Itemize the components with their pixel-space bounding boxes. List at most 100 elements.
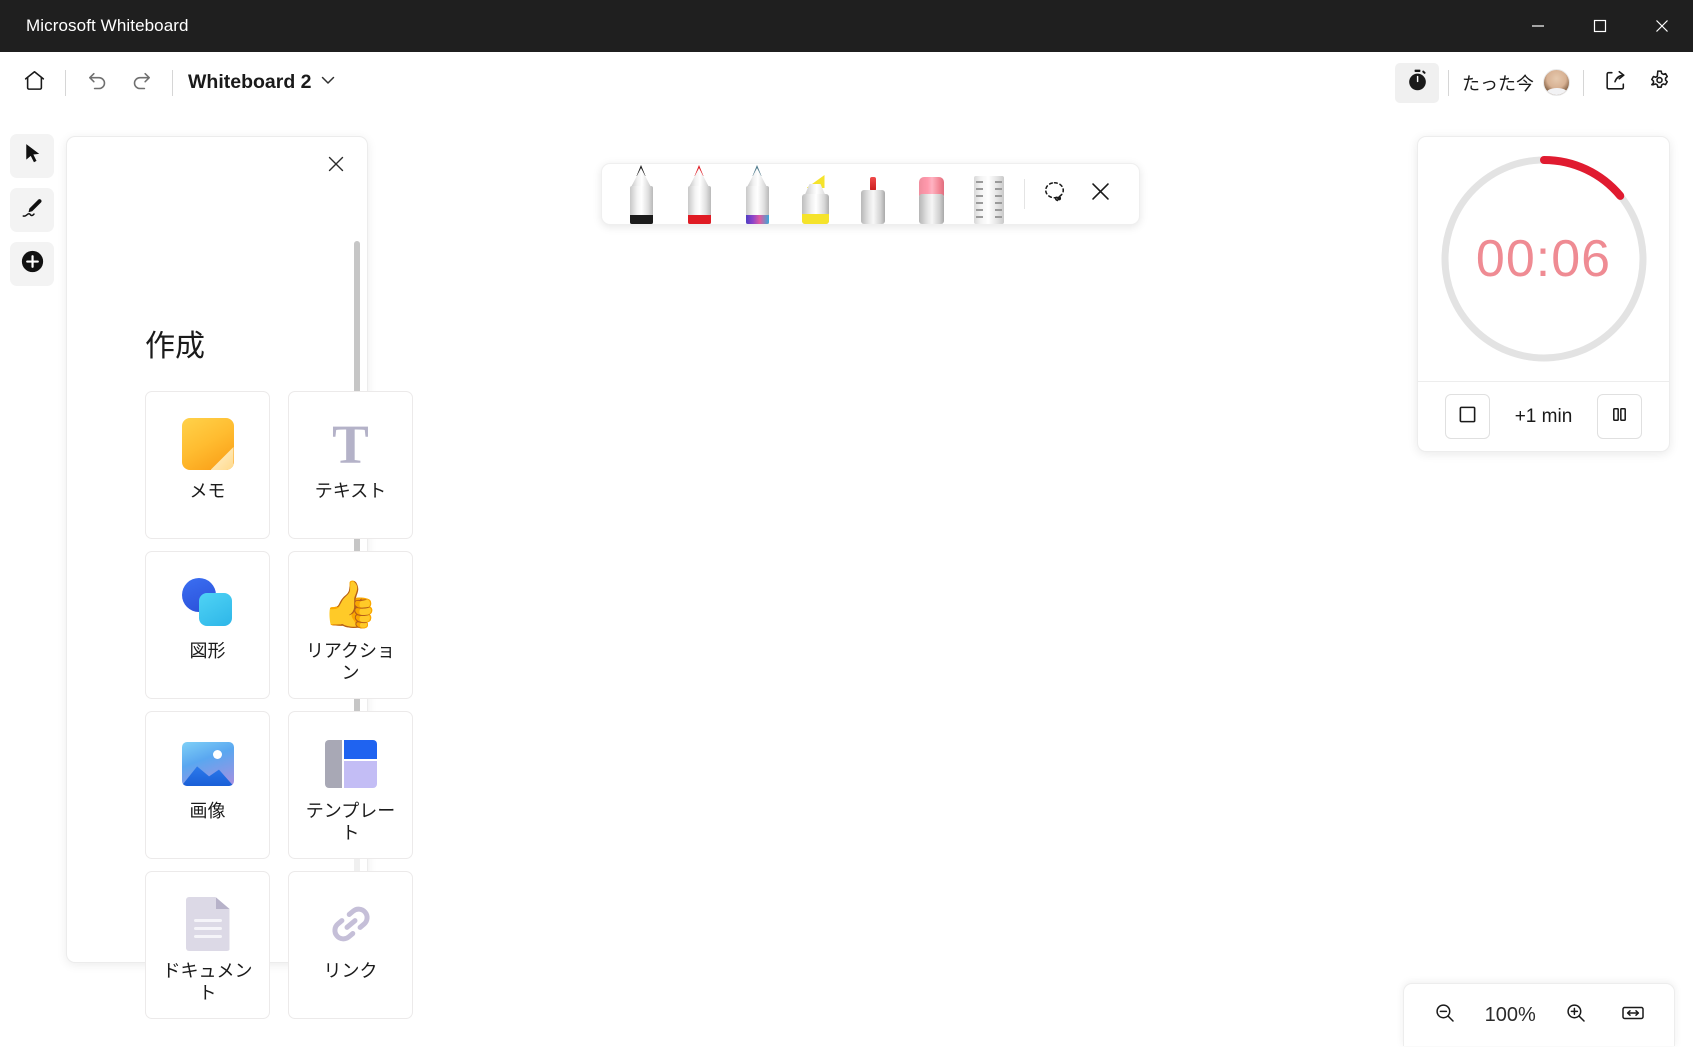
pen-tool-eraser[interactable] [902,164,960,224]
document-title-dropdown[interactable] [312,67,344,99]
create-card-label: 画像 [189,801,226,822]
create-card-document[interactable]: ドキュメント [145,871,270,1019]
create-panel: 作成 メモ T テキスト 図形 👍 リアクション 画像 テンプレート ドキュメン… [66,136,413,1019]
link-icon [321,894,381,954]
ruler-icon [974,176,1004,224]
laser-pointer-icon [861,174,885,224]
timer-icon [1405,68,1430,98]
command-bar: Whiteboard 2 たった今 [0,52,1693,114]
gear-icon [1647,68,1672,98]
timer-actions: +1 min [1418,381,1669,451]
pen-toolbar [601,163,1140,225]
share-button[interactable] [1593,61,1637,105]
close-icon [1089,180,1112,208]
create-card-label: テンプレート [305,801,396,844]
redo-icon [129,68,154,98]
divider [172,69,173,96]
create-card-note[interactable]: メモ [145,391,270,539]
chevron-down-icon [318,70,338,95]
create-card-link[interactable]: リンク [288,871,413,1019]
close-button[interactable] [1631,0,1693,52]
timer-pause-button[interactable] [1597,394,1643,439]
zoom-out-button[interactable] [1424,994,1466,1036]
tool-create-button[interactable] [10,242,54,286]
home-icon [22,68,47,98]
zoom-in-button[interactable] [1555,994,1597,1036]
red-pen-icon [687,165,711,224]
yellow-highlighter-icon [801,172,829,224]
presence-label: たった今 [1462,73,1534,94]
image-icon [178,734,238,794]
create-card-grid: メモ T テキスト 図形 👍 リアクション 画像 テンプレート ドキュメント リ… [145,391,413,1019]
text-icon: T [332,413,369,475]
undo-button[interactable] [75,61,119,105]
zoom-out-icon [1433,1001,1457,1030]
stop-square-icon [1458,405,1477,429]
divider [1024,179,1025,209]
tool-rail [10,134,54,286]
window-controls [1507,0,1693,52]
create-panel-close-button[interactable] [319,149,353,183]
document-title[interactable]: Whiteboard 2 [188,71,312,94]
sticky-note-icon [178,414,238,474]
title-bar: Microsoft Whiteboard [0,0,1693,52]
fit-to-screen-icon [1620,1000,1646,1031]
timer-stop-button[interactable] [1444,394,1490,439]
fit-to-screen-button[interactable] [1612,994,1654,1036]
document-icon [178,894,238,954]
pause-icon [1610,405,1629,429]
timer-display: 00:06 [1475,230,1612,288]
create-card-label: リンク [323,961,378,982]
divider [65,69,66,96]
minimize-button[interactable] [1507,0,1569,52]
pen-icon [20,196,44,225]
maximize-button[interactable] [1569,0,1631,52]
divider [1448,69,1449,96]
create-panel-title: 作成 [145,329,205,364]
tool-ink-button[interactable] [10,188,54,232]
cursor-arrow-icon [21,142,44,170]
create-card-label: リアクション [305,641,396,684]
template-icon [321,734,381,794]
share-icon [1603,68,1628,98]
pen-tool-highlighter-yellow[interactable] [786,164,844,224]
timer-toggle-button[interactable] [1395,62,1439,103]
tool-select-button[interactable] [10,134,54,178]
redo-button[interactable] [119,61,163,105]
zoom-level-label[interactable]: 100% [1481,1004,1539,1027]
avatar[interactable] [1543,69,1570,96]
zoom-in-icon [1564,1001,1588,1030]
command-bar-right: たった今 [1395,61,1693,105]
plus-circle-icon [20,249,45,279]
black-pen-icon [629,165,653,224]
timer-widget: 00:06 +1 min [1417,136,1670,452]
create-card-template[interactable]: テンプレート [288,711,413,859]
pen-tool-laser-pointer[interactable] [844,164,902,224]
settings-button[interactable] [1637,61,1681,105]
create-card-label: テキスト [314,481,387,502]
pen-tool-ruler[interactable] [960,164,1018,224]
zoom-controls: 100% [1403,983,1675,1046]
whiteboard-app: Microsoft Whiteboard Whiteboard 2 たった今 作… [0,0,1693,1047]
presence-indicator[interactable]: たった今 [1458,69,1574,96]
pen-tool-rainbow[interactable] [728,164,786,224]
pen-tool-red[interactable] [670,164,728,224]
pen-toolbar-close-button[interactable] [1077,171,1123,217]
lasso-select-button[interactable] [1031,171,1077,217]
create-card-image[interactable]: 画像 [145,711,270,859]
create-card-text[interactable]: T テキスト [288,391,413,539]
close-icon [326,154,346,179]
home-button[interactable] [12,61,56,105]
rainbow-pen-icon [745,165,769,224]
divider [1583,69,1584,96]
shapes-icon [178,574,238,634]
thumbs-up-icon: 👍 [321,578,380,630]
pen-tool-black[interactable] [612,164,670,224]
create-card-label: 図形 [189,641,226,662]
create-card-shape[interactable]: 図形 [145,551,270,699]
timer-face: 00:06 [1418,137,1669,381]
timer-add-minute-button[interactable]: +1 min [1515,406,1573,428]
create-card-label: メモ [189,481,226,502]
eraser-icon [918,174,944,224]
create-card-reaction[interactable]: 👍 リアクション [288,551,413,699]
